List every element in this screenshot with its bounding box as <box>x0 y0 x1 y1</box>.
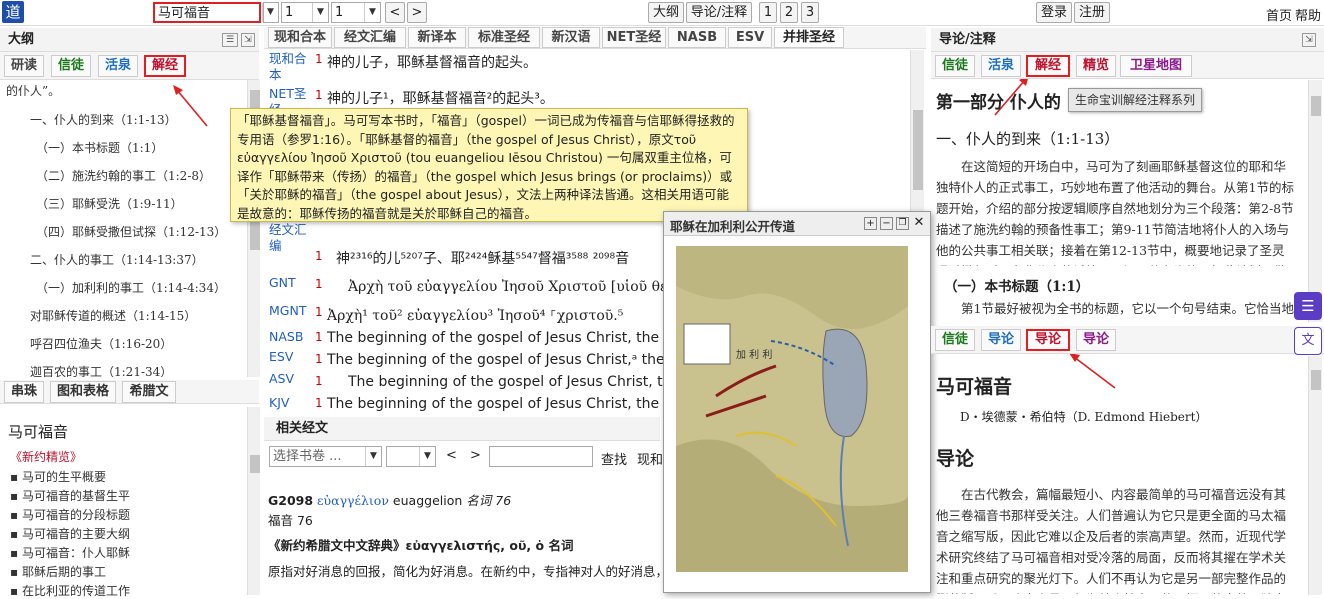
strong-translit: euaggelion <box>392 493 463 508</box>
subsection-heading: 一、仆人的到来（1:1-13） <box>936 130 1120 148</box>
arrow-left <box>176 89 208 127</box>
strong-pos: 名词 76 <box>466 493 512 508</box>
verse-number[interactable]: 1 <box>315 305 323 319</box>
map-window: 耶稣在加利利公开传道 + − ❐ ✕ 加 利 利 <box>663 211 931 593</box>
expand-icon[interactable]: ⇲ <box>1302 33 1316 47</box>
scroll-thumb[interactable] <box>1311 370 1321 390</box>
verse-text: The beginning of the gospel of Jesus Chr… <box>327 330 708 346</box>
scroll-thumb[interactable] <box>913 110 923 190</box>
verse-number[interactable]: 1 <box>315 277 323 291</box>
tab-intro[interactable]: 导论 <box>1076 329 1116 351</box>
verse-text: 神²³¹⁶的儿⁵²⁰⁷子、耶²⁴²⁴稣基⁵⁵⁴⁷督福³⁵⁸⁸ ²⁰⁹⁸音 <box>336 251 630 267</box>
notes-tabs: 信徒 活泉 解经 精览 卫星地图 <box>931 52 1324 79</box>
verse-number[interactable]: 1 <box>315 352 323 366</box>
translate-icon[interactable]: 文 <box>1294 327 1322 355</box>
restore-icon[interactable]: ❐ <box>896 217 909 230</box>
version-name[interactable]: GNT <box>269 275 296 290</box>
chat-icon[interactable]: ☰ <box>1294 292 1322 320</box>
related-book-select[interactable]: 选择书卷 ... ▼ <box>269 446 382 467</box>
author-line: D・埃德蒙・希伯特（D. Edmond Hiebert） <box>960 410 1208 424</box>
scroll-thumb[interactable] <box>1311 96 1321 116</box>
version-name[interactable]: ASV <box>269 371 294 386</box>
zoom-in-icon[interactable]: + <box>864 217 877 230</box>
related-chapter-select[interactable]: ▼ <box>386 446 436 467</box>
verse-number[interactable]: 1 <box>315 374 323 388</box>
tab-version[interactable]: NASB <box>668 27 726 48</box>
verse-number[interactable]: 1 <box>315 52 323 66</box>
minimize-icon[interactable]: − <box>880 217 893 230</box>
tab-version[interactable]: 新译本 <box>408 27 466 48</box>
arrowhead-left <box>173 85 183 95</box>
intro-scrollbar[interactable] <box>1308 356 1322 595</box>
version-name[interactable]: NASB <box>269 329 303 344</box>
tab-version[interactable]: ESV <box>728 27 772 48</box>
version-name[interactable]: ESV <box>269 349 293 364</box>
book-title: 马可福音 <box>936 376 1013 398</box>
intro-tabs: 信徒 导论 导论 导论 <box>931 326 1324 354</box>
verse-text: 神的儿子，耶稣基督福音的起头。 <box>327 55 537 71</box>
verse-number[interactable]: 1 <box>315 330 323 344</box>
strong-id[interactable]: G2098 <box>268 493 313 508</box>
related-panel-title: 相关经文 <box>264 417 660 441</box>
strong-greek: εὐαγγέλιον <box>317 493 389 508</box>
notes-panel-title: 导论/注释 <box>931 28 1324 52</box>
version-name[interactable]: 经文汇编 <box>269 222 309 254</box>
verse-text: The beginning of the gospel of Jesus Chr… <box>327 352 709 368</box>
version-tabs: 现和合本 经文汇编 新译本 标准圣经 新汉语 NET圣经 NASB ESV 并排… <box>264 27 926 49</box>
tab-version[interactable]: NET圣经 <box>602 27 666 48</box>
version-name[interactable]: 现和合本 <box>269 51 309 83</box>
subsection-heading: （一）本书标题（1:1） <box>944 279 1090 295</box>
version-name[interactable]: MGNT <box>269 303 306 318</box>
section-heading: 第一部分 仆人的 <box>936 93 1061 113</box>
strong-entry: G2098 εὐαγγέλιον euaggelion 名词 76 <box>268 490 511 509</box>
tab-version-parallel[interactable]: 并排圣经 <box>774 27 844 48</box>
related-next-button[interactable]: > <box>470 448 481 463</box>
tab-exposition[interactable]: 解经 <box>1026 55 1070 77</box>
tab-living-spring[interactable]: 活泉 <box>981 55 1021 77</box>
verse-text: 神的儿子¹，耶稣基督福音²的起头³。 <box>327 91 554 107</box>
verse-text: Ἀρχὴ¹ τοῦ² εὐαγγελίου³ Ἰησοῦ⁴ ⸀χριστοῦ.⁵ <box>327 308 624 324</box>
tab-version[interactable]: 新汉语 <box>542 27 600 48</box>
intro-paragraph: 在古代教会，篇幅最短小、内容最简单的马可福音远没有其他三卷福音书那样受关注。人们… <box>936 487 1287 594</box>
chevron-down-icon: ▼ <box>419 447 435 466</box>
tab-intro[interactable]: 导论 <box>981 329 1021 351</box>
commentary-paragraph: 在这简短的开场白中，马可为了刻画耶稣基督这位的耶和华独特仆人的正式事工，巧妙地布… <box>936 159 1294 266</box>
close-icon[interactable]: ✕ <box>912 216 926 230</box>
footnote-tooltip: 「耶稣基督福音」。马可写本书时，「福音」（gospel）一词已成为传福音与信耶稣… <box>230 108 748 222</box>
sea-of-galilee <box>822 328 868 437</box>
map-region-label: 加 利 利 <box>736 349 772 361</box>
series-tooltip: 生命宝训解经注释系列 <box>1068 88 1203 112</box>
map-image[interactable]: 加 利 利 <box>676 246 908 572</box>
verse-text: The beginning of the gospel of Jesus Chr… <box>327 396 708 412</box>
tab-intro-exposition[interactable]: 导论 <box>1026 329 1070 351</box>
verse-number[interactable]: 1 <box>315 396 323 410</box>
notes-scrollbar[interactable] <box>1308 80 1322 322</box>
strong-meaning: 福音 76 <box>268 513 313 528</box>
chevron-down-icon: ▼ <box>365 447 381 466</box>
tab-version[interactable]: 标准圣经 <box>468 27 540 48</box>
version-name[interactable]: KJV <box>269 395 289 410</box>
tab-version[interactable]: 现和合本 <box>268 27 332 48</box>
verse-text: The beginning of the gospel of Jesus Chr… <box>348 374 703 390</box>
verse-text: Ἀρχὴ τοῦ εὐαγγελίου Ἰησοῦ Χριστοῦ [υἱοῦ … <box>348 279 685 295</box>
tab-believer[interactable]: 信徒 <box>935 329 975 351</box>
related-prev-button[interactable]: < <box>446 448 457 463</box>
dict-title: 《新约希腊文中文辞典》εὐαγγελιστής, οῦ, ὁ 名词 <box>268 538 574 553</box>
map-title: 耶稣在加利利公开传道 <box>670 219 796 234</box>
intro-heading: 导论 <box>936 448 975 470</box>
related-version[interactable]: 现和 <box>637 449 663 468</box>
map-legend <box>683 323 731 365</box>
tab-survey[interactable]: 精览 <box>1076 55 1116 77</box>
related-search-button[interactable]: 查找 <box>601 449 627 468</box>
related-book-value: 选择书卷 ... <box>273 449 342 464</box>
related-search-input[interactable] <box>489 446 593 467</box>
tab-believer[interactable]: 信徒 <box>935 55 975 77</box>
tab-version[interactable]: 经文汇编 <box>334 27 406 48</box>
verse-number[interactable]: 1 <box>315 249 323 263</box>
tab-satellite-map[interactable]: 卫星地图 <box>1120 55 1192 77</box>
commentary-paragraph: 第1节最好被视为全书的标题，它以一个句号结束。它恰当地 <box>961 301 1294 316</box>
dict-body: 原指对好消息的回报，简化为好消息。在新约中，专指神对人的好消息， <box>268 564 660 579</box>
verse-number[interactable]: 1 <box>315 88 323 102</box>
arrow-right-bottom <box>1073 356 1116 389</box>
